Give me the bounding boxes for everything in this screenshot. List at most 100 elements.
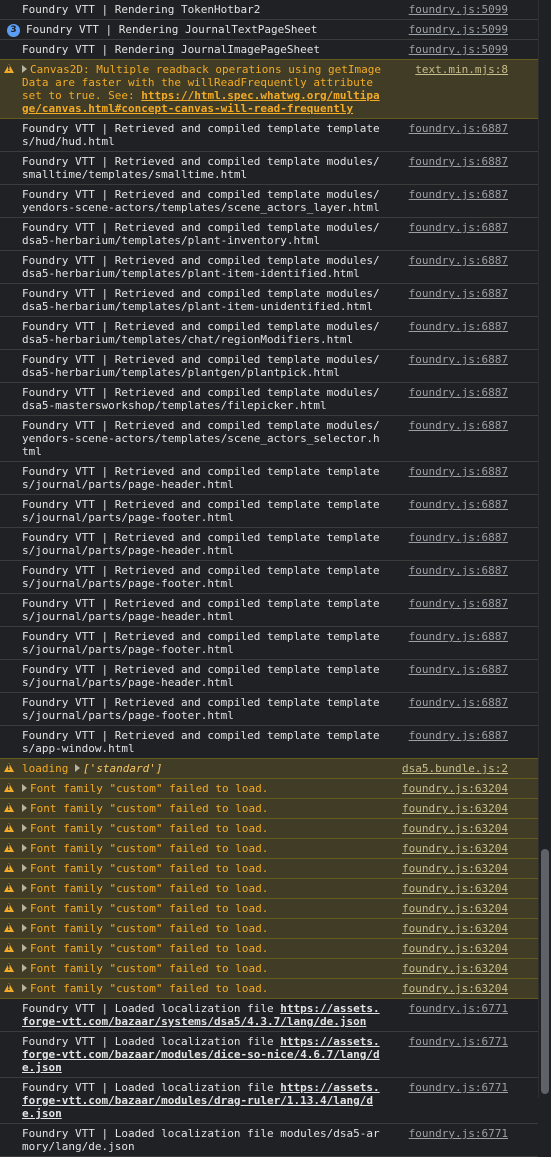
console-message: Font family "custom" failed to load. bbox=[22, 882, 384, 895]
source-link[interactable]: foundry.js:6887 bbox=[409, 320, 508, 333]
expand-triangle-icon[interactable] bbox=[22, 884, 27, 892]
console-message: Foundry VTT | Retrieved and compiled tem… bbox=[22, 287, 380, 313]
console-log-row: Foundry VTT | Retrieved and compiled tem… bbox=[0, 660, 538, 693]
console-warning-row: Font family "custom" failed to load. foun… bbox=[0, 938, 538, 959]
console-message: Foundry VTT | Retrieved and compiled tem… bbox=[22, 564, 380, 590]
source-link[interactable]: foundry.js:63204 bbox=[402, 922, 508, 935]
expand-triangle-icon[interactable] bbox=[22, 824, 27, 832]
source-link[interactable]: foundry.js:5099 bbox=[409, 3, 508, 16]
message-text: Font family "custom" failed to load. bbox=[30, 962, 269, 975]
source-link[interactable]: foundry.js:6887 bbox=[409, 696, 508, 709]
warning-icon bbox=[4, 983, 14, 992]
source-link[interactable]: foundry.js:63204 bbox=[402, 902, 508, 915]
source-link[interactable]: foundry.js:6887 bbox=[409, 353, 508, 366]
source-link[interactable]: foundry.js:5099 bbox=[409, 43, 508, 56]
source-link[interactable]: foundry.js:6887 bbox=[409, 419, 508, 432]
source-link[interactable]: foundry.js:6887 bbox=[409, 663, 508, 676]
source-link[interactable]: foundry.js:6887 bbox=[409, 465, 508, 478]
warning-icon bbox=[4, 883, 14, 892]
message-text: Foundry VTT | Loaded localization file bbox=[22, 1081, 281, 1094]
source-link[interactable]: foundry.js:63204 bbox=[402, 962, 508, 975]
message-text: Font family "custom" failed to load. bbox=[30, 882, 269, 895]
console-message: Foundry VTT | Loaded localization file m… bbox=[22, 1127, 380, 1153]
expand-triangle-icon[interactable] bbox=[22, 964, 27, 972]
console-warning-row: Canvas2D: Multiple readback operations u… bbox=[0, 59, 538, 119]
expand-triangle-icon[interactable] bbox=[22, 844, 27, 852]
console-message: Font family "custom" failed to load. bbox=[22, 942, 384, 955]
source-link[interactable]: foundry.js:63204 bbox=[402, 802, 508, 815]
warning-icon bbox=[4, 903, 14, 912]
console-log-row: Foundry VTT | Retrieved and compiled tem… bbox=[0, 561, 538, 594]
message-text: Font family "custom" failed to load. bbox=[30, 822, 269, 835]
source-link[interactable]: foundry.js:6887 bbox=[409, 531, 508, 544]
console-log-row: Foundry VTT | Rendering TokenHotbar2 foun… bbox=[0, 0, 538, 20]
console-message: Foundry VTT | Rendering JournalImagePage… bbox=[22, 43, 321, 56]
expand-triangle-icon[interactable] bbox=[22, 65, 27, 73]
console-log-row: Foundry VTT | Loaded localization file m… bbox=[0, 1124, 538, 1157]
console-warning-row: Font family "custom" failed to load. foun… bbox=[0, 818, 538, 839]
source-link[interactable]: foundry.js:6887 bbox=[409, 155, 508, 168]
source-link[interactable]: foundry.js:6771 bbox=[409, 1127, 508, 1140]
console-message: Foundry VTT | Retrieved and compiled tem… bbox=[22, 221, 380, 247]
console-message: Foundry VTT | Retrieved and compiled tem… bbox=[22, 531, 380, 557]
source-link[interactable]: foundry.js:6887 bbox=[409, 729, 508, 742]
expand-triangle-icon[interactable] bbox=[22, 804, 27, 812]
source-link[interactable]: foundry.js:6887 bbox=[409, 630, 508, 643]
source-link[interactable]: foundry.js:63204 bbox=[402, 842, 508, 855]
source-link[interactable]: foundry.js:63204 bbox=[402, 822, 508, 835]
console-warning-row: loading ['standard'] dsa5.bundle.js:2 bbox=[0, 758, 538, 779]
source-link[interactable]: foundry.js:63204 bbox=[402, 782, 508, 795]
source-link[interactable]: foundry.js:5099 bbox=[409, 23, 508, 36]
repeat-count-badge: 3 bbox=[7, 24, 20, 37]
console-log-row: Foundry VTT | Retrieved and compiled tem… bbox=[0, 627, 538, 660]
source-link[interactable]: foundry.js:6887 bbox=[409, 122, 508, 135]
source-link[interactable]: foundry.js:6887 bbox=[409, 221, 508, 234]
console-message: Foundry VTT | Retrieved and compiled tem… bbox=[22, 155, 380, 181]
warning-icon bbox=[4, 763, 14, 772]
source-link[interactable]: foundry.js:63204 bbox=[402, 862, 508, 875]
console-message: Foundry VTT | Rendering TokenHotbar2 bbox=[22, 3, 261, 16]
console-message: Foundry VTT | Retrieved and compiled tem… bbox=[22, 122, 380, 148]
source-link[interactable]: dsa5.bundle.js:2 bbox=[402, 762, 508, 775]
console-message: Foundry VTT | Loaded localization file h… bbox=[22, 1002, 384, 1028]
expand-triangle-icon[interactable] bbox=[22, 864, 27, 872]
source-link[interactable]: foundry.js:63204 bbox=[402, 942, 508, 955]
expand-triangle-icon[interactable] bbox=[22, 984, 27, 992]
source-link[interactable]: foundry.js:6887 bbox=[409, 597, 508, 610]
source-link[interactable]: foundry.js:6887 bbox=[409, 287, 508, 300]
source-link[interactable]: foundry.js:6887 bbox=[409, 498, 508, 511]
console-log-row: Foundry VTT | Retrieved and compiled tem… bbox=[0, 284, 538, 317]
console-message: Foundry VTT | Retrieved and compiled tem… bbox=[22, 353, 380, 379]
console-log-row: Foundry VTT | Retrieved and compiled tem… bbox=[0, 251, 538, 284]
scrollbar-thumb[interactable] bbox=[541, 849, 549, 1094]
source-link[interactable]: foundry.js:6887 bbox=[409, 564, 508, 577]
array-value[interactable]: ['standard'] bbox=[83, 762, 162, 775]
source-link[interactable]: foundry.js:6887 bbox=[409, 386, 508, 399]
expand-triangle-icon[interactable] bbox=[22, 784, 27, 792]
message-text: Foundry VTT | Loaded localization file bbox=[22, 1035, 281, 1048]
warning-icon bbox=[4, 783, 14, 792]
console-log-row: Foundry VTT | Retrieved and compiled tem… bbox=[0, 152, 538, 185]
warning-icon bbox=[4, 943, 14, 952]
message-text: Font family "custom" failed to load. bbox=[30, 782, 269, 795]
console-message: Font family "custom" failed to load. bbox=[22, 822, 384, 835]
console-scrollbar[interactable] bbox=[538, 0, 551, 1098]
console-message: Foundry VTT | Retrieved and compiled tem… bbox=[22, 419, 380, 458]
source-link[interactable]: foundry.js:6771 bbox=[409, 1081, 508, 1094]
source-link[interactable]: foundry.js:6771 bbox=[409, 1035, 508, 1048]
console-warning-row: Font family "custom" failed to load. foun… bbox=[0, 878, 538, 899]
console-log-row: Foundry VTT | Retrieved and compiled tem… bbox=[0, 416, 538, 462]
expand-triangle-icon[interactable] bbox=[22, 944, 27, 952]
source-link[interactable]: foundry.js:63204 bbox=[402, 982, 508, 995]
source-link[interactable]: foundry.js:6887 bbox=[409, 254, 508, 267]
message-text: Font family "custom" failed to load. bbox=[30, 902, 269, 915]
source-link[interactable]: foundry.js:6771 bbox=[409, 1002, 508, 1015]
console-log-row: Foundry VTT | Retrieved and compiled tem… bbox=[0, 317, 538, 350]
expand-triangle-icon[interactable] bbox=[22, 924, 27, 932]
expand-triangle-icon[interactable] bbox=[22, 904, 27, 912]
source-link[interactable]: foundry.js:6887 bbox=[409, 188, 508, 201]
source-link[interactable]: foundry.js:63204 bbox=[402, 882, 508, 895]
source-link[interactable]: text.min.mjs:8 bbox=[415, 63, 508, 76]
expand-triangle-icon[interactable] bbox=[74, 764, 80, 772]
console-log-row: Foundry VTT | Loaded localization file h… bbox=[0, 999, 538, 1032]
